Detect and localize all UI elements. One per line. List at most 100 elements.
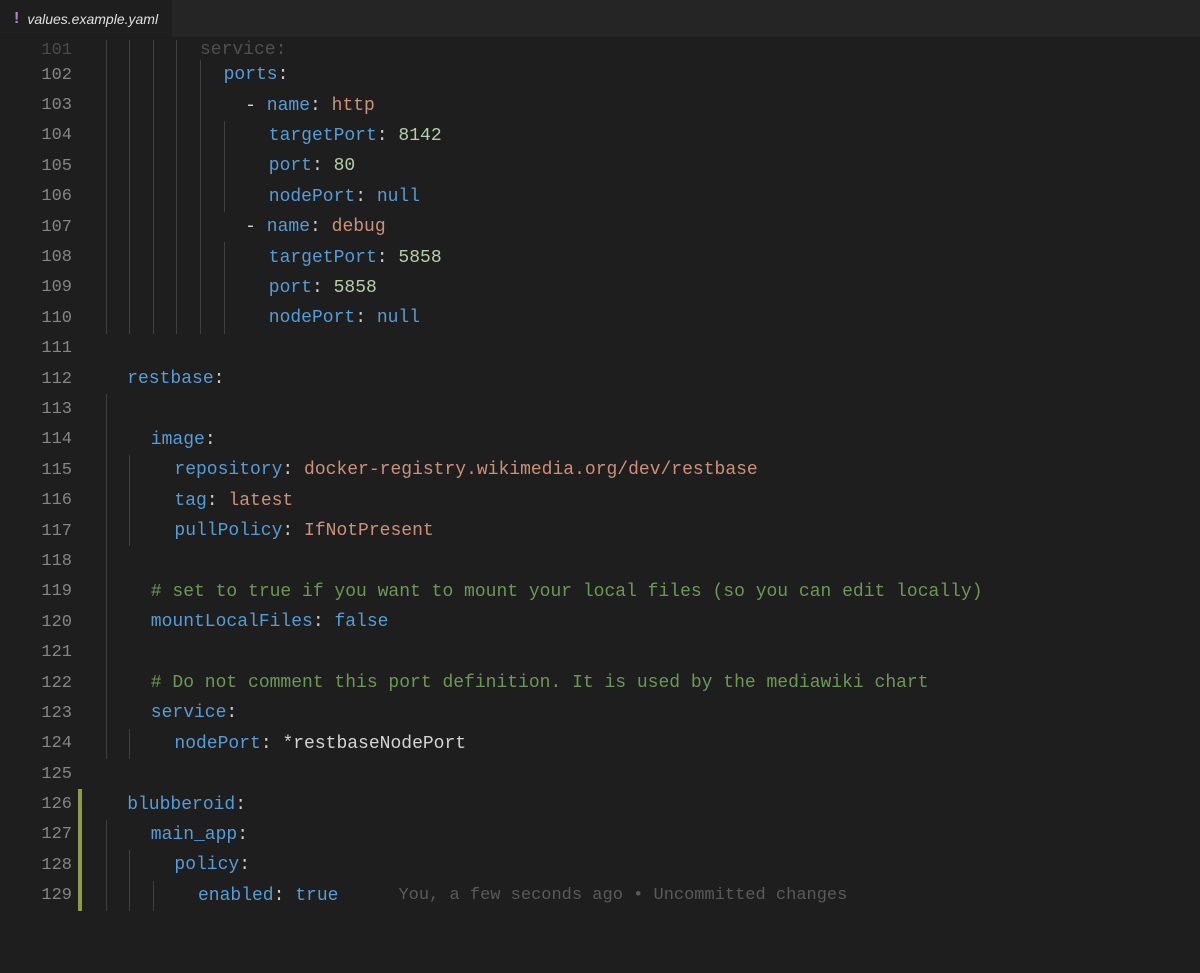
code-line[interactable]: 104 targetPort: 8142 [0, 121, 1200, 151]
line-number: 124 [0, 734, 78, 753]
line-number: 116 [0, 491, 78, 510]
code-line[interactable]: 105 port: 80 [0, 151, 1200, 181]
line-number: 123 [0, 704, 78, 723]
code-content: repository: docker-registry.wikimedia.or… [153, 460, 758, 480]
code-line[interactable]: 129 enabled: trueYou, a few seconds ago … [0, 881, 1200, 911]
indent-guides [82, 182, 247, 212]
line-number: 105 [0, 157, 78, 176]
indent-guides [82, 425, 129, 455]
code-content: targetPort: 8142 [247, 126, 441, 146]
indent-guides [82, 334, 106, 364]
yaml-file-icon: ! [14, 10, 19, 28]
line-number: 118 [0, 552, 78, 571]
code-content: image: [129, 430, 215, 450]
code-editor[interactable]: 101service:102ports:103 - name: http104 … [0, 38, 1200, 911]
indent-guides [82, 516, 153, 546]
code-content: enabled: true [176, 886, 338, 906]
indent-guides [82, 820, 129, 850]
code-content: mountLocalFiles: false [129, 612, 388, 632]
line-number: 117 [0, 522, 78, 541]
code-line[interactable]: 110 nodePort: null [0, 303, 1200, 333]
indent-guides [82, 151, 247, 181]
code-content: restbase: [106, 369, 225, 389]
indent-guides [82, 212, 224, 242]
code-content: service: [200, 40, 286, 60]
code-content: service: [129, 703, 237, 723]
code-content: nodePort: null [247, 308, 420, 328]
code-line[interactable]: 113 [0, 394, 1200, 424]
indent-guides [82, 242, 247, 272]
line-number: 113 [0, 400, 78, 419]
indent-guides [82, 90, 224, 120]
indent-guides [82, 546, 129, 576]
line-number: 122 [0, 674, 78, 693]
code-line[interactable]: 109 port: 5858 [0, 273, 1200, 303]
indent-guides [82, 40, 200, 60]
git-blame-annotation: You, a few seconds ago • Uncommitted cha… [338, 886, 847, 905]
line-number: 109 [0, 278, 78, 297]
indent-guides [82, 303, 247, 333]
code-line[interactable]: 101 service: [0, 40, 1200, 60]
code-line[interactable]: 121 [0, 637, 1200, 667]
code-content: - name: http [224, 96, 375, 116]
code-line[interactable]: 103 - name: http [0, 90, 1200, 120]
code-content: nodePort: *restbaseNodePort [153, 734, 466, 754]
line-number: 112 [0, 370, 78, 389]
line-number: 120 [0, 613, 78, 632]
code-line[interactable]: 115 repository: docker-registry.wikimedi… [0, 455, 1200, 485]
code-line[interactable]: 119 # set to true if you want to mount y… [0, 577, 1200, 607]
indent-guides [82, 759, 106, 789]
line-number: 102 [0, 66, 78, 85]
code-content: port: 5858 [247, 278, 377, 298]
code-line[interactable]: 112 restbase: [0, 364, 1200, 394]
code-content: main_app: [129, 825, 248, 845]
code-line[interactable]: 122 # Do not comment this port definitio… [0, 668, 1200, 698]
code-line[interactable]: 116 tag: latest [0, 485, 1200, 515]
line-number: 127 [0, 825, 78, 844]
code-line[interactable]: 111 [0, 334, 1200, 364]
code-line[interactable]: 123 service: [0, 698, 1200, 728]
indent-guides [82, 60, 224, 90]
line-number: 128 [0, 856, 78, 875]
code-line[interactable]: 126 blubberoid: [0, 789, 1200, 819]
code-line[interactable]: 107 - name: debug [0, 212, 1200, 242]
line-number: 110 [0, 309, 78, 328]
code-line[interactable]: 106 nodePort: null [0, 182, 1200, 212]
code-content: blubberoid: [106, 795, 246, 815]
indent-guides [82, 577, 129, 607]
code-content: - name: debug [224, 217, 386, 237]
code-line[interactable]: 118 [0, 546, 1200, 576]
tab-active[interactable]: ! values.example.yaml [0, 0, 173, 37]
indent-guides [82, 273, 247, 303]
tab-bar: ! values.example.yaml [0, 0, 1200, 38]
line-number: 103 [0, 96, 78, 115]
code-line[interactable]: 124 nodePort: *restbaseNodePort [0, 729, 1200, 759]
line-number: 129 [0, 886, 78, 905]
code-line[interactable]: 117 pullPolicy: IfNotPresent [0, 516, 1200, 546]
line-number: 121 [0, 643, 78, 662]
code-line[interactable]: 108 targetPort: 5858 [0, 242, 1200, 272]
indent-guides [82, 394, 129, 424]
indent-guides [82, 607, 129, 637]
code-content: policy: [153, 855, 250, 875]
line-number: 111 [0, 339, 78, 358]
indent-guides [82, 789, 106, 819]
indent-guides [82, 485, 153, 515]
code-line[interactable]: 102ports: [0, 60, 1200, 90]
code-content: pullPolicy: IfNotPresent [153, 521, 434, 541]
code-line[interactable]: 127 main_app: [0, 820, 1200, 850]
line-number: 106 [0, 187, 78, 206]
code-line[interactable]: 128 policy: [0, 850, 1200, 880]
indent-guides [82, 668, 129, 698]
code-line[interactable]: 120 mountLocalFiles: false [0, 607, 1200, 637]
code-line[interactable]: 125 [0, 759, 1200, 789]
line-number: 101 [0, 41, 78, 60]
code-line[interactable]: 114 image: [0, 425, 1200, 455]
line-number: 107 [0, 218, 78, 237]
line-number: 125 [0, 765, 78, 784]
tab-filename: values.example.yaml [27, 11, 158, 27]
code-content: targetPort: 5858 [247, 248, 441, 268]
code-content: # Do not comment this port definition. I… [129, 673, 928, 693]
indent-guides [82, 729, 153, 759]
indent-guides [82, 881, 176, 911]
